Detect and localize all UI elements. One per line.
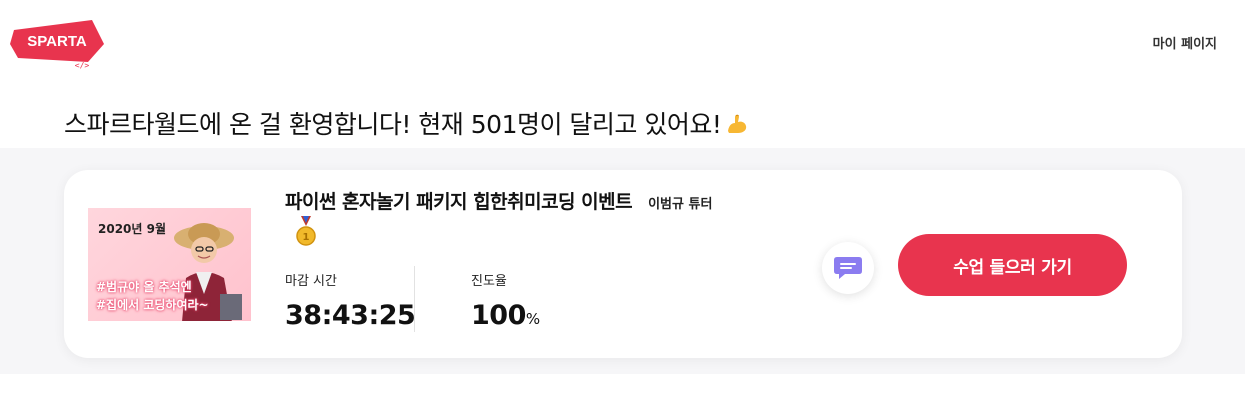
- gold-medal-icon: 1: [296, 216, 316, 246]
- progress-number: 100: [471, 300, 526, 331]
- logo-sub: </>: [75, 61, 90, 70]
- flexed-biceps-icon: [728, 114, 747, 133]
- progress-value: 100%: [471, 300, 540, 331]
- stats-divider: [414, 266, 415, 332]
- course-title[interactable]: 파이썬 혼자놀기 패키지 힙한취미코딩 이벤트: [285, 187, 633, 214]
- thumbnail-hashtag-1: #범규야 올 추석엔: [96, 280, 192, 294]
- welcome-message: 스파르타월드에 온 걸 환영합니다! 현재 501명이 달리고 있어요!: [64, 105, 749, 141]
- sparta-logo[interactable]: SPARTA </>: [8, 14, 108, 70]
- progress-label: 진도율: [471, 274, 507, 289]
- chat-bubble-icon: [834, 257, 862, 279]
- deadline-value: 38:43:25: [285, 300, 416, 331]
- tutor-name: 이범규 튜터: [648, 197, 713, 212]
- logo-text: SPARTA: [27, 33, 87, 50]
- course-card: 2020년 9월 #범규야 올 추석엔 #집에서 코딩하여라~ 파이썬 혼자놀기…: [64, 170, 1182, 358]
- svg-text:1: 1: [303, 232, 310, 243]
- deadline-label: 마감 시간: [285, 274, 337, 289]
- top-header: SPARTA </> 마이 페이지: [0, 0, 1245, 90]
- welcome-text: 스파르타월드에 온 걸 환영합니다! 현재 501명이 달리고 있어요!: [64, 110, 722, 139]
- enter-class-button[interactable]: 수업 들으러 가기: [898, 234, 1127, 296]
- mypage-link[interactable]: 마이 페이지: [1153, 33, 1217, 52]
- chat-button[interactable]: [822, 242, 874, 294]
- course-title-row: 파이썬 혼자놀기 패키지 힙한취미코딩 이벤트 이범규 튜터: [285, 187, 712, 214]
- course-thumbnail[interactable]: 2020년 9월 #범규야 올 추석엔 #집에서 코딩하여라~: [88, 208, 251, 321]
- thumbnail-date: 2020년 9월: [98, 222, 167, 236]
- thumbnail-hashtag-2: #집에서 코딩하여라~: [96, 298, 209, 312]
- progress-unit: %: [525, 310, 540, 328]
